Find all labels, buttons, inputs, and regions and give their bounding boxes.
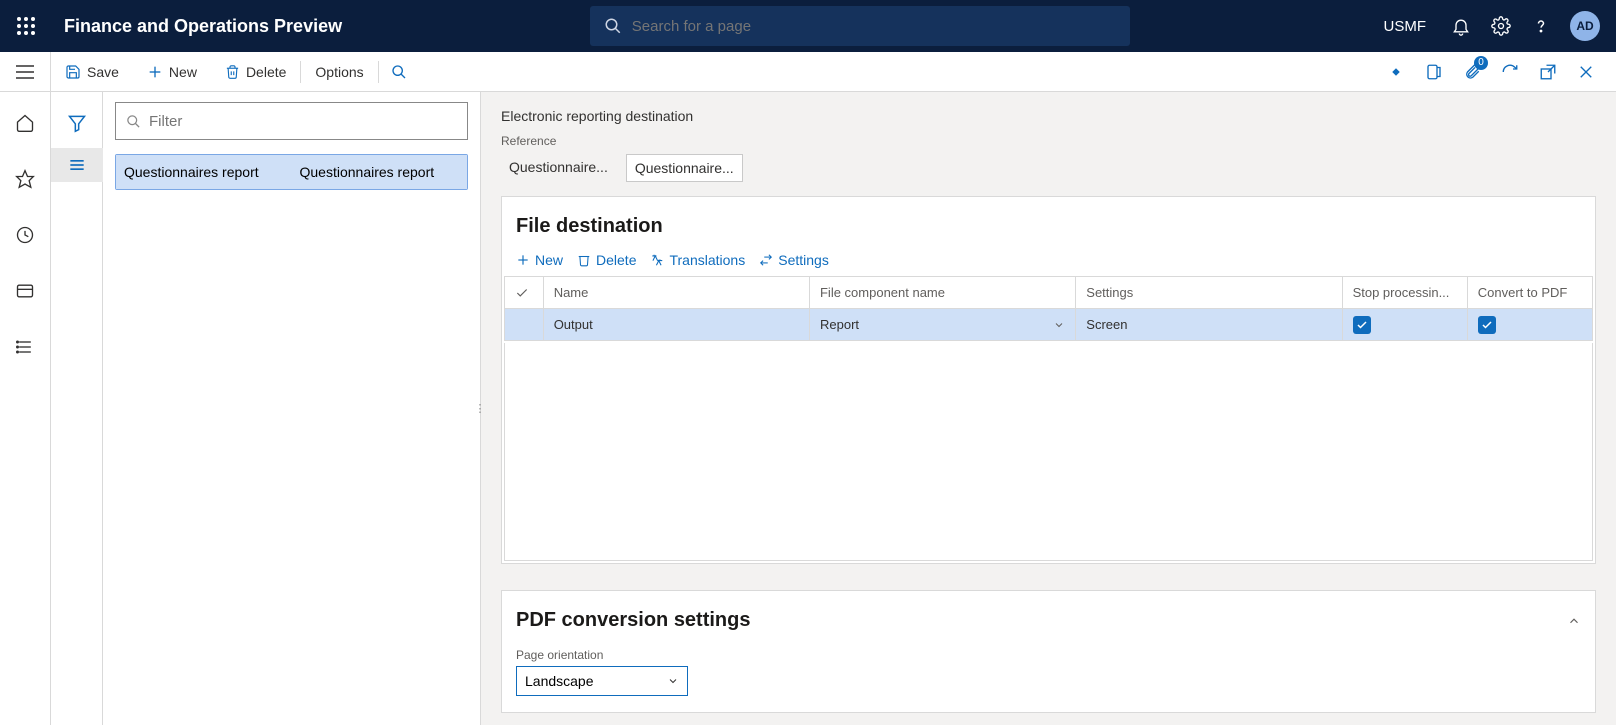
settings-icon[interactable] [1490,15,1512,37]
connector-icon[interactable] [1384,60,1408,84]
view-rail [51,92,103,725]
save-label: Save [87,64,119,80]
list-filter[interactable] [115,102,468,140]
list-row[interactable]: Questionnaires report Questionnaires rep… [116,155,467,189]
grid-row-selector[interactable] [505,309,544,341]
delete-label: Delete [246,64,286,80]
grid-header-stop-processing[interactable]: Stop processin... [1342,277,1467,309]
swap-icon [759,253,773,267]
close-icon[interactable] [1574,60,1598,84]
main-content: Electronic reporting destination Referen… [481,92,1616,725]
refresh-icon[interactable] [1498,60,1522,84]
page-orientation-label: Page orientation [516,648,1581,662]
translate-icon [650,253,664,267]
splitter-handle[interactable]: ⋮ [475,399,485,419]
action-search-icon[interactable] [379,52,419,91]
grid-cell-name[interactable]: Output [543,309,809,341]
grid-header-convert-pdf[interactable]: Convert to PDF [1467,277,1592,309]
grid-delete-button[interactable]: Delete [577,252,636,268]
global-search-input[interactable] [632,18,1116,35]
funnel-icon[interactable] [51,106,103,140]
page-title: Electronic reporting destination [501,108,1596,124]
list-row-col1: Questionnaires report [116,164,292,180]
checkbox-checked-icon [1353,316,1371,334]
global-search[interactable] [590,6,1130,46]
trash-icon [577,253,591,267]
company-switcher[interactable]: USMF [1378,18,1433,35]
file-destination-card: File destination New Delete Translations [501,196,1596,564]
list-row-col2: Questionnaires report [292,164,468,180]
grid-empty-area [504,343,1593,561]
delete-button[interactable]: Delete [211,52,300,91]
grid-header-select[interactable] [505,277,544,309]
grid-settings-button[interactable]: Settings [759,252,829,268]
grid-new-button[interactable]: New [516,252,563,268]
app-title: Finance and Operations Preview [64,16,342,37]
list-view-icon[interactable] [51,148,103,182]
app-launcher-icon[interactable] [0,0,52,52]
new-button[interactable]: New [133,52,211,91]
checkbox-checked-icon [1478,316,1496,334]
chevron-down-icon [667,675,679,687]
grid-cell-stop-processing[interactable] [1342,309,1467,341]
reference-label: Reference [501,134,1596,148]
grid-cell-convert-pdf[interactable] [1467,309,1592,341]
file-destination-title: File destination [516,215,663,238]
popout-icon[interactable] [1536,60,1560,84]
office-icon[interactable] [1422,60,1446,84]
page-orientation-select[interactable]: Landscape [516,666,688,696]
grid-cell-file-component-value: Report [820,317,859,332]
help-icon[interactable] [1530,15,1552,37]
plus-icon [147,64,163,80]
notifications-icon[interactable] [1450,15,1472,37]
check-icon [515,286,529,300]
attachments-icon[interactable]: 0 [1460,60,1484,84]
pdf-settings-card: PDF conversion settings Page orientation… [501,590,1596,713]
rail-home-icon[interactable] [0,106,51,140]
collapse-icon[interactable] [1567,614,1581,628]
grid-row[interactable]: Output Report Screen [505,309,1593,341]
nav-toggle-icon[interactable] [0,52,51,91]
new-label: New [169,64,197,80]
grid-cell-file-component[interactable]: Report [809,309,1075,341]
attachments-badge: 0 [1474,56,1488,70]
left-rail [0,92,51,725]
grid-translations-label: Translations [669,252,745,268]
list-pane: Questionnaires report Questionnaires rep… [103,92,481,725]
options-button[interactable]: Options [301,52,377,91]
grid-new-label: New [535,252,563,268]
rail-workspaces-icon[interactable] [0,274,51,308]
grid-delete-label: Delete [596,252,636,268]
search-icon [604,17,622,35]
rail-recent-icon[interactable] [0,218,51,252]
rail-modules-icon[interactable] [0,330,51,364]
save-icon [65,64,81,80]
chevron-down-icon [1053,319,1065,331]
grid-header-file-component[interactable]: File component name [809,277,1075,309]
grid-cell-settings[interactable]: Screen [1076,309,1342,341]
grid-settings-label: Settings [778,252,829,268]
file-destination-grid: Name File component name Settings Stop p… [504,276,1593,341]
user-avatar[interactable]: AD [1570,11,1600,41]
grid-header-name[interactable]: Name [543,277,809,309]
list-filter-input[interactable] [149,113,457,130]
page-orientation-value: Landscape [525,673,594,689]
grid-translations-button[interactable]: Translations [650,252,745,268]
reference-value-2[interactable]: Questionnaire... [626,154,743,182]
plus-icon [516,253,530,267]
save-button[interactable]: Save [51,52,133,91]
reference-value-1[interactable]: Questionnaire... [501,154,616,182]
pdf-settings-title: PDF conversion settings [516,609,751,632]
trash-icon [225,64,240,80]
grid-header-settings[interactable]: Settings [1076,277,1342,309]
rail-favorites-icon[interactable] [0,162,51,196]
options-label: Options [315,64,363,80]
search-icon [126,114,141,129]
